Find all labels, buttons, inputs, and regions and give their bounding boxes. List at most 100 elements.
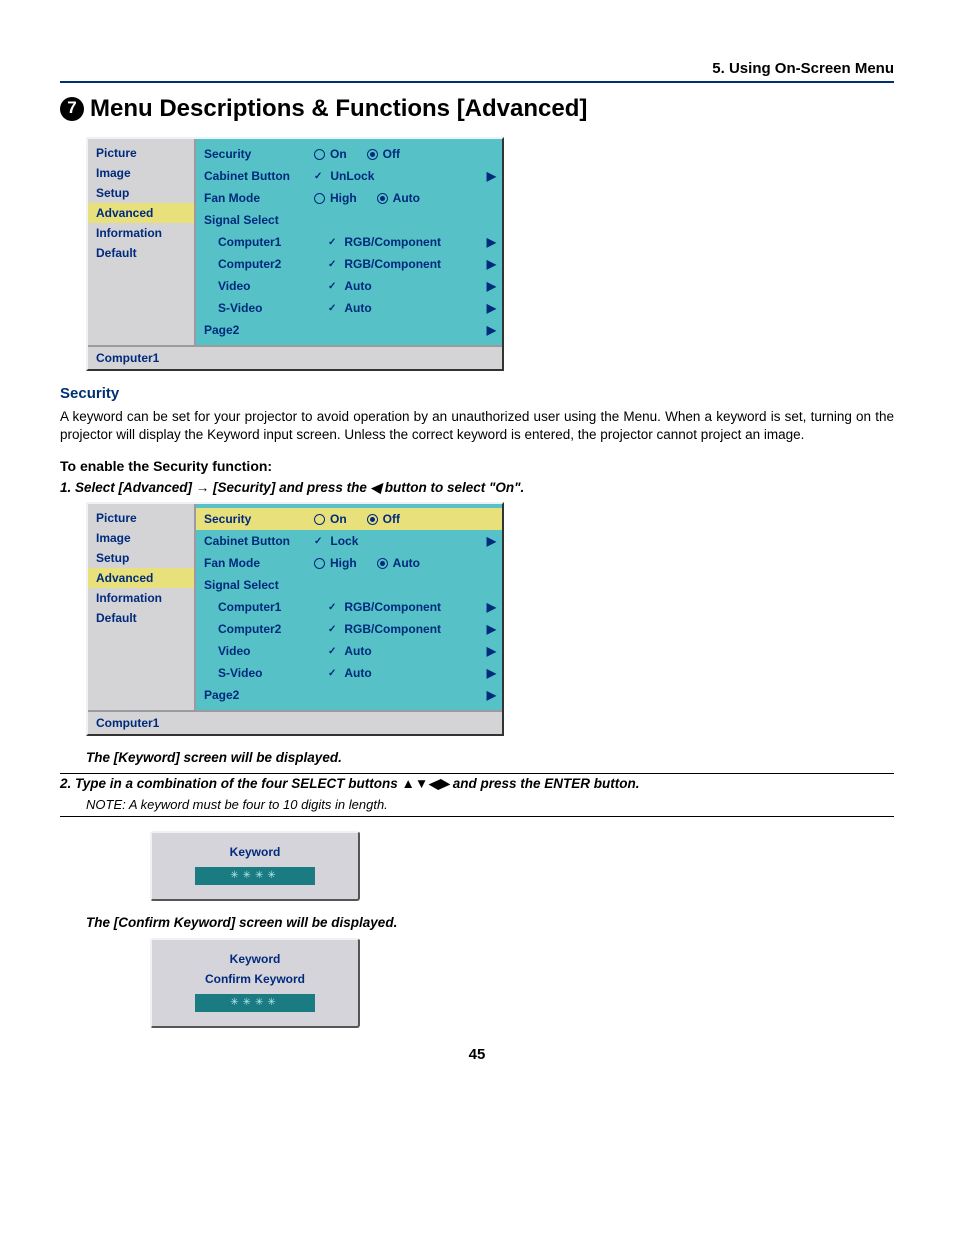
sidebar-item-image[interactable]: Image bbox=[88, 163, 194, 183]
radio-icon bbox=[377, 558, 388, 569]
radio-option-off[interactable]: Off bbox=[367, 512, 400, 526]
sidebar-item-default[interactable]: Default bbox=[88, 243, 194, 263]
setting-row-cabinet-button[interactable]: Cabinet Button✓Lock▶ bbox=[196, 530, 502, 552]
step-1-post: button to select "On". bbox=[381, 480, 524, 495]
submenu-arrow-icon: ▶ bbox=[480, 644, 496, 658]
setting-row-fan-mode[interactable]: Fan ModeHigh Auto bbox=[196, 552, 502, 574]
setting-label: Page2 bbox=[204, 323, 314, 337]
setting-row-security[interactable]: SecurityOn Off bbox=[196, 143, 502, 165]
submenu-arrow-icon: ▶ bbox=[480, 622, 496, 636]
keyword-label-2: Keyword bbox=[162, 952, 348, 966]
setting-row-computer2[interactable]: Computer2✓RGB/Component▶ bbox=[196, 618, 502, 640]
check-icon: ✓ bbox=[328, 602, 336, 613]
keyword-input[interactable]: ✳✳✳✳ bbox=[195, 867, 315, 885]
osd-sidebar: PictureImageSetupAdvancedInformationDefa… bbox=[88, 139, 196, 345]
setting-label: Cabinet Button bbox=[204, 169, 314, 183]
setting-label: Computer2 bbox=[204, 622, 328, 636]
osd-settings: SecurityOnOffCabinet Button✓UnLock▶Fan M… bbox=[196, 139, 502, 345]
sidebar-item-setup[interactable]: Setup bbox=[88, 548, 194, 568]
setting-row-video[interactable]: Video✓Auto▶ bbox=[196, 640, 502, 662]
security-body: A keyword can be set for your projector … bbox=[60, 408, 894, 444]
submenu-arrow-icon: ▶ bbox=[480, 666, 496, 680]
setting-value: Auto bbox=[344, 279, 371, 293]
setting-label: Computer1 bbox=[204, 600, 328, 614]
setting-row-s-video[interactable]: S-Video✓Auto▶ bbox=[196, 297, 502, 319]
setting-value: Auto bbox=[344, 644, 371, 658]
check-icon: ✓ bbox=[314, 536, 322, 547]
submenu-arrow-icon: ▶ bbox=[480, 235, 496, 249]
setting-label: Signal Select bbox=[204, 578, 314, 592]
radio-option-auto[interactable]: Auto bbox=[377, 191, 420, 205]
section-title: 7 Menu Descriptions & Functions [Advance… bbox=[60, 95, 894, 123]
radio-option-on[interactable]: On bbox=[314, 147, 347, 161]
confirm-keyword-dialog: Keyword Confirm Keyword ✳✳✳✳ bbox=[150, 938, 360, 1028]
check-icon: ✓ bbox=[328, 281, 336, 292]
sidebar-item-advanced[interactable]: Advanced bbox=[88, 203, 194, 223]
submenu-arrow-icon: ▶ bbox=[480, 169, 496, 183]
setting-row-computer1[interactable]: Computer1✓RGB/Component▶ bbox=[196, 231, 502, 253]
security-heading: Security bbox=[60, 385, 894, 402]
osd-status-bar: Computer1 bbox=[88, 345, 502, 369]
check-icon: ✓ bbox=[328, 646, 336, 657]
osd-panel: PictureImageSetupAdvancedInformationDefa… bbox=[86, 137, 504, 371]
result-1: The [Keyword] screen will be displayed. bbox=[86, 750, 894, 765]
setting-row-s-video[interactable]: S-Video✓Auto▶ bbox=[196, 662, 502, 684]
radio-option-auto[interactable]: Auto bbox=[377, 556, 420, 570]
sidebar-item-image[interactable]: Image bbox=[88, 528, 194, 548]
setting-row-page2[interactable]: Page2 ▶ bbox=[196, 684, 502, 706]
confirm-keyword-input[interactable]: ✳✳✳✳ bbox=[195, 994, 315, 1012]
setting-value: Lock bbox=[330, 534, 358, 548]
result-2: The [Confirm Keyword] screen will be dis… bbox=[86, 915, 894, 930]
radio-icon bbox=[367, 514, 378, 525]
step-1: 1. Select [Advanced] → [Security] and pr… bbox=[60, 480, 894, 496]
setting-label: Page2 bbox=[204, 688, 314, 702]
step-1-pre: 1. Select [Advanced] → [Security] and pr… bbox=[60, 480, 371, 495]
setting-row-page2[interactable]: Page2 ▶ bbox=[196, 319, 502, 341]
enable-heading: To enable the Security function: bbox=[60, 458, 894, 474]
sidebar-item-setup[interactable]: Setup bbox=[88, 183, 194, 203]
step-2-pre: 2. Type in a combination of the four SEL… bbox=[60, 776, 402, 791]
submenu-arrow-icon: ▶ bbox=[480, 257, 496, 271]
setting-label: Security bbox=[204, 147, 314, 161]
setting-label: Security bbox=[204, 512, 314, 526]
radio-icon bbox=[314, 514, 325, 525]
confirm-keyword-label: Confirm Keyword bbox=[162, 972, 348, 986]
radio-option-on[interactable]: On bbox=[314, 512, 347, 526]
radio-option-high[interactable]: High bbox=[314, 556, 357, 570]
setting-row-signal-select[interactable]: Signal Select bbox=[196, 209, 502, 231]
submenu-arrow-icon: ▶ bbox=[480, 688, 496, 702]
setting-label: S-Video bbox=[204, 301, 328, 315]
osd-panel: PictureImageSetupAdvancedInformationDefa… bbox=[86, 502, 504, 736]
radio-icon bbox=[314, 149, 325, 160]
submenu-arrow-icon: ▶ bbox=[480, 323, 496, 337]
osd-settings: SecurityOnOffCabinet Button✓Lock▶Fan Mod… bbox=[196, 504, 502, 710]
setting-row-computer1[interactable]: Computer1✓RGB/Component▶ bbox=[196, 596, 502, 618]
setting-row-security[interactable]: SecurityOn Off bbox=[196, 508, 502, 530]
select-arrows-icon: ▲▼◀▶ bbox=[402, 776, 450, 791]
setting-value: Auto bbox=[344, 301, 371, 315]
setting-label: Computer2 bbox=[204, 257, 328, 271]
sidebar-item-picture[interactable]: Picture bbox=[88, 508, 194, 528]
check-icon: ✓ bbox=[328, 303, 336, 314]
step-2: 2. Type in a combination of the four SEL… bbox=[60, 773, 894, 792]
setting-label: Signal Select bbox=[204, 213, 314, 227]
sidebar-item-default[interactable]: Default bbox=[88, 608, 194, 628]
setting-value: RGB/Component bbox=[344, 622, 441, 636]
setting-value: RGB/Component bbox=[344, 235, 441, 249]
radio-option-high[interactable]: High bbox=[314, 191, 357, 205]
setting-label: S-Video bbox=[204, 666, 328, 680]
radio-option-off[interactable]: Off bbox=[367, 147, 400, 161]
setting-row-cabinet-button[interactable]: Cabinet Button✓UnLock▶ bbox=[196, 165, 502, 187]
radio-icon bbox=[367, 149, 378, 160]
sidebar-item-picture[interactable]: Picture bbox=[88, 143, 194, 163]
sidebar-item-information[interactable]: Information bbox=[88, 588, 194, 608]
setting-row-signal-select[interactable]: Signal Select bbox=[196, 574, 502, 596]
setting-row-fan-mode[interactable]: Fan ModeHighAuto bbox=[196, 187, 502, 209]
sidebar-item-advanced[interactable]: Advanced bbox=[88, 568, 194, 588]
setting-row-video[interactable]: Video✓Auto▶ bbox=[196, 275, 502, 297]
setting-row-computer2[interactable]: Computer2✓RGB/Component▶ bbox=[196, 253, 502, 275]
setting-label: Fan Mode bbox=[204, 556, 314, 570]
section-title-text: Menu Descriptions & Functions [Advanced] bbox=[90, 95, 587, 123]
setting-label: Computer1 bbox=[204, 235, 328, 249]
sidebar-item-information[interactable]: Information bbox=[88, 223, 194, 243]
